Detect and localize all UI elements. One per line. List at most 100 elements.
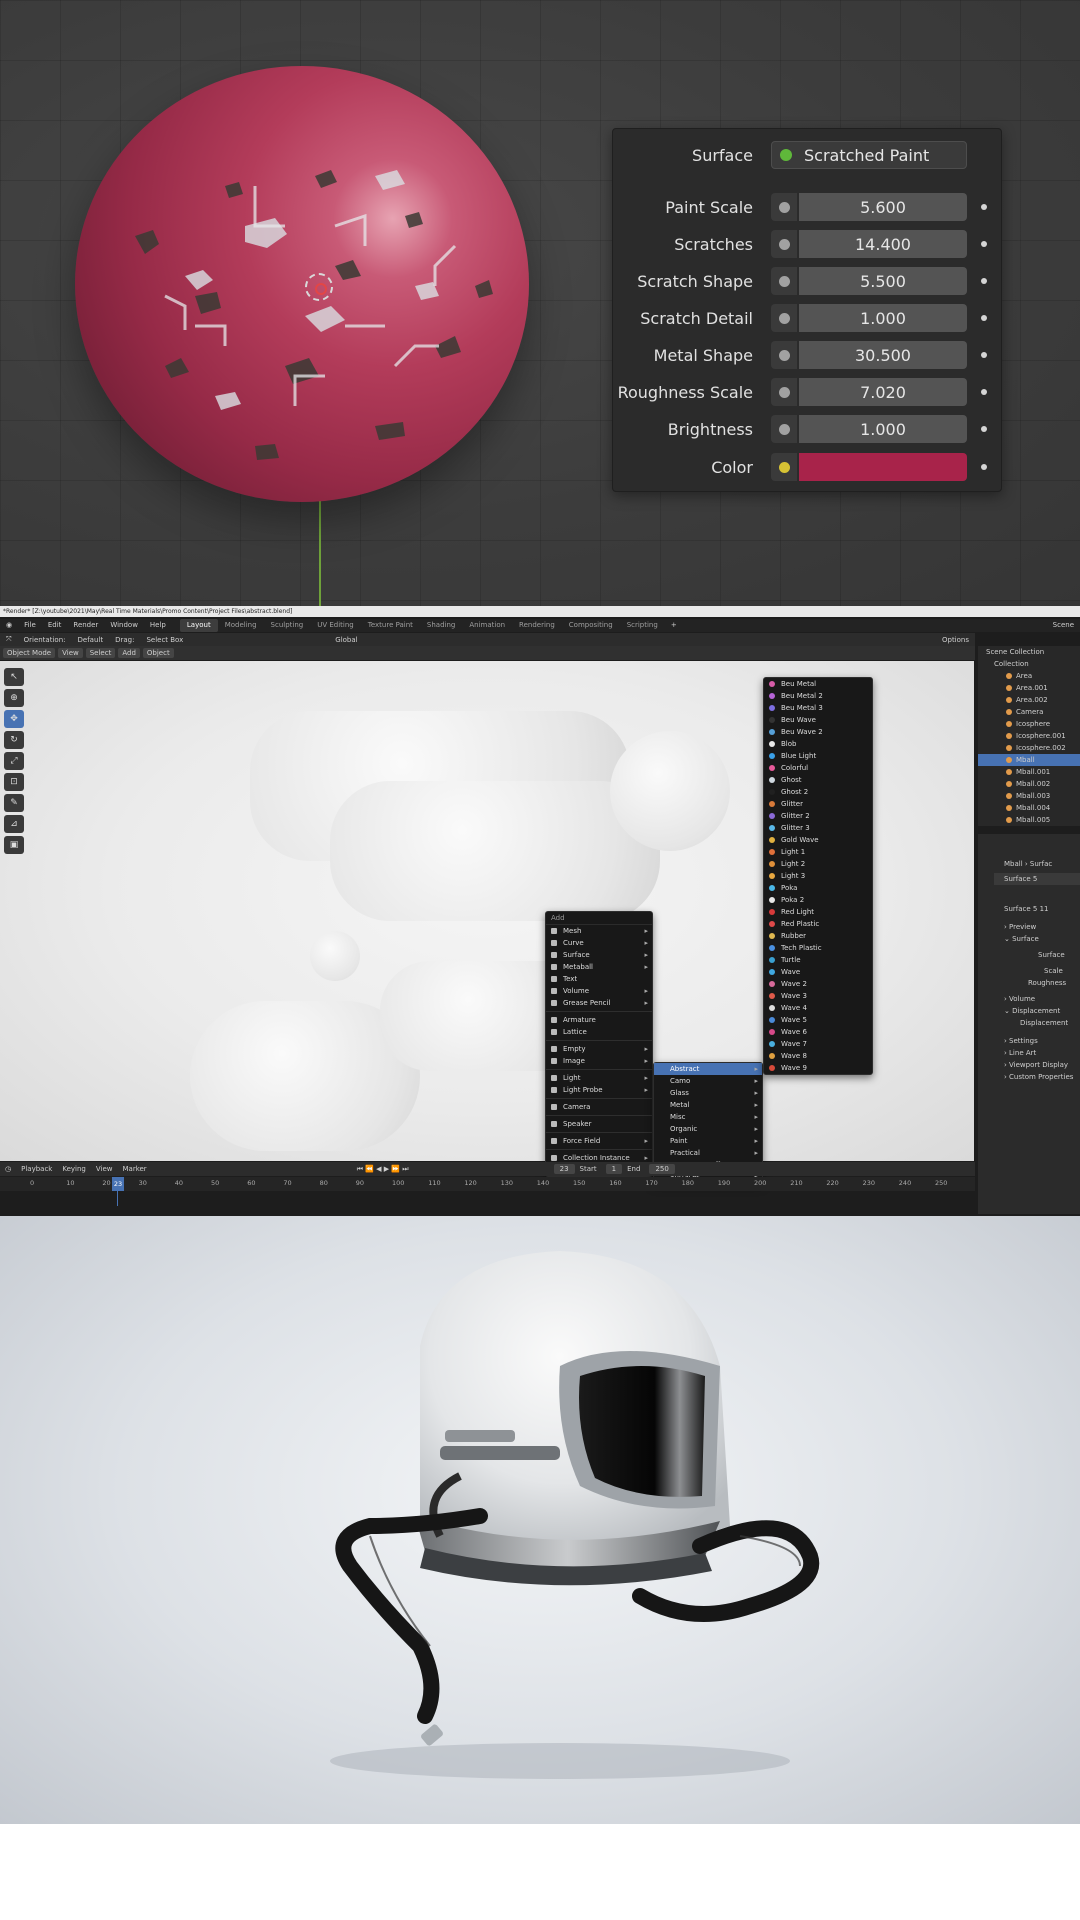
param-value-field[interactable]: 1.000 xyxy=(799,415,967,443)
param-socket[interactable] xyxy=(771,230,797,258)
editor-type-icon[interactable]: ◷ xyxy=(0,1165,16,1173)
surface-shader-field[interactable]: Scratched Paint xyxy=(771,141,967,169)
outliner-item[interactable]: Area xyxy=(978,670,1080,682)
param-socket[interactable] xyxy=(771,267,797,295)
abstract-material-item[interactable]: Wave xyxy=(764,966,872,978)
tab-rendering[interactable]: Rendering xyxy=(512,619,562,632)
orientation-dropdown[interactable]: Default xyxy=(72,636,110,644)
displacement-section[interactable]: ⌄ Displacement xyxy=(994,1005,1080,1017)
abstract-material-item[interactable]: Rubber xyxy=(764,930,872,942)
add-menu-item[interactable]: Surface ▸ xyxy=(546,949,652,961)
rotate-tool-icon[interactable]: ↻ xyxy=(4,731,24,749)
param-value-field[interactable]: 5.500 xyxy=(799,267,967,295)
abstract-material-item[interactable]: Wave 3 xyxy=(764,990,872,1002)
abstract-material-item[interactable]: Poka xyxy=(764,882,872,894)
abstract-material-item[interactable]: Wave 6 xyxy=(764,1026,872,1038)
current-frame-field[interactable]: 23 xyxy=(553,1164,575,1174)
abstract-material-item[interactable]: Light 3 xyxy=(764,870,872,882)
abstract-material-item[interactable]: Blue Light xyxy=(764,750,872,762)
abstract-material-item[interactable]: Glitter xyxy=(764,798,872,810)
outliner-item[interactable]: Icosphere.001 xyxy=(978,730,1080,742)
param-socket[interactable] xyxy=(771,304,797,332)
keyframe-dot-icon[interactable] xyxy=(981,315,987,321)
material-selector[interactable]: Surface 5 11 xyxy=(994,903,1080,915)
param-value-field[interactable]: 30.500 xyxy=(799,341,967,369)
param-socket[interactable] xyxy=(771,193,797,221)
mode-dropdown[interactable]: Object Mode xyxy=(3,648,56,658)
add-menu-item[interactable]: Metaball ▸ xyxy=(546,961,652,973)
material-category-item[interactable]: Misc ▸ xyxy=(654,1111,762,1123)
keyframe-dot-icon[interactable] xyxy=(981,426,987,432)
material-category-item[interactable]: Practical ▸ xyxy=(654,1147,762,1159)
abstract-material-item[interactable]: Red Light xyxy=(764,906,872,918)
settings-section[interactable]: › Settings xyxy=(994,1035,1080,1047)
outliner-item[interactable]: Mball xyxy=(978,754,1080,766)
annotate-tool-icon[interactable]: ✎ xyxy=(4,794,24,812)
add-cube-tool-icon[interactable]: ▣ xyxy=(4,836,24,854)
add-workspace-icon[interactable]: + xyxy=(665,619,683,632)
abstract-material-item[interactable]: Wave 5 xyxy=(764,1014,872,1026)
view-menu[interactable]: View xyxy=(58,648,83,658)
keying-menu[interactable]: Keying xyxy=(57,1165,91,1173)
outliner-item[interactable]: Mball.001 xyxy=(978,766,1080,778)
keyframe-dot-icon[interactable] xyxy=(981,204,987,210)
tool-icon[interactable]: ⤧ xyxy=(0,635,18,644)
tab-scripting[interactable]: Scripting xyxy=(620,619,665,632)
abstract-material-item[interactable]: Wave 2 xyxy=(764,978,872,990)
add-menu-item[interactable]: Light ▸ xyxy=(546,1072,652,1084)
add-menu-item[interactable]: Camera xyxy=(546,1101,652,1113)
keyframe-dot-icon[interactable] xyxy=(981,241,987,247)
param-socket[interactable] xyxy=(771,415,797,443)
outliner-item[interactable]: Mball.002 xyxy=(978,778,1080,790)
menu-edit[interactable]: Edit xyxy=(42,619,68,632)
add-menu-item[interactable]: Light Probe ▸ xyxy=(546,1084,652,1096)
tab-modeling[interactable]: Modeling xyxy=(218,619,264,632)
add-menu-item[interactable]: Text xyxy=(546,973,652,985)
playback-controls[interactable]: ⏮ ⏪ ◀ ▶ ⏩ ⏭ xyxy=(352,1165,414,1174)
add-menu-item[interactable]: Mesh ▸ xyxy=(546,925,652,937)
keyframe-dot-icon[interactable] xyxy=(981,389,987,395)
outliner-item[interactable]: Area.002 xyxy=(978,694,1080,706)
transform-orientation-dropdown[interactable]: Global xyxy=(329,636,363,644)
abstract-material-item[interactable]: Glitter 2 xyxy=(764,810,872,822)
param-socket[interactable] xyxy=(771,341,797,369)
blender-logo-icon[interactable]: ◉ xyxy=(0,619,18,632)
material-category-item[interactable]: Paint ▸ xyxy=(654,1135,762,1147)
param-value-field[interactable]: 14.400 xyxy=(799,230,967,258)
abstract-material-item[interactable]: Ghost xyxy=(764,774,872,786)
abstract-material-item[interactable]: Wave 9 xyxy=(764,1062,872,1074)
menu-file[interactable]: File xyxy=(18,619,42,632)
tab-animation[interactable]: Animation xyxy=(462,619,512,632)
transform-tool-icon[interactable]: ⊡ xyxy=(4,773,24,791)
material-category-item[interactable]: Glass ▸ xyxy=(654,1087,762,1099)
color-swatch[interactable] xyxy=(799,453,967,481)
view-menu[interactable]: View xyxy=(91,1165,118,1173)
add-menu-item[interactable]: Curve ▸ xyxy=(546,937,652,949)
material-category-item[interactable]: Organic ▸ xyxy=(654,1123,762,1135)
add-menu-item[interactable]: Grease Pencil ▸ xyxy=(546,997,652,1009)
move-tool-icon[interactable]: ✥ xyxy=(4,710,24,728)
material-category-item[interactable]: Camo ▸ xyxy=(654,1075,762,1087)
tab-compositing[interactable]: Compositing xyxy=(562,619,620,632)
outliner-item[interactable]: Camera xyxy=(978,706,1080,718)
3d-cursor-icon[interactable] xyxy=(305,273,333,301)
add-menu-item[interactable]: Force Field ▸ xyxy=(546,1135,652,1147)
options-dropdown[interactable]: Options xyxy=(936,636,975,644)
tab-texture-paint[interactable]: Texture Paint xyxy=(361,619,420,632)
frame-ruler[interactable]: 250 240 230 220 210 200 190 180 170 160 150 140 130 1… xyxy=(0,1177,975,1191)
outliner-item[interactable]: Area.001 xyxy=(978,682,1080,694)
abstract-material-item[interactable]: Wave 7 xyxy=(764,1038,872,1050)
abstract-material-item[interactable]: Beu Wave xyxy=(764,714,872,726)
tab-shading[interactable]: Shading xyxy=(420,619,462,632)
tab-layout[interactable]: Layout xyxy=(179,619,218,632)
material-slot[interactable]: Surface 5 xyxy=(994,873,1080,885)
menu-help[interactable]: Help xyxy=(144,619,172,632)
outliner-collection[interactable]: Collection xyxy=(978,658,1080,670)
scale-tool-icon[interactable]: ⤢ xyxy=(4,752,24,770)
menu-window[interactable]: Window xyxy=(104,619,144,632)
start-frame-field[interactable]: 1 xyxy=(605,1164,623,1174)
outliner-item[interactable]: Mball.003 xyxy=(978,790,1080,802)
outliner-item[interactable]: Icosphere.002 xyxy=(978,742,1080,754)
abstract-material-item[interactable]: Gold Wave xyxy=(764,834,872,846)
material-category-item[interactable]: Abstract ▸ xyxy=(654,1063,762,1075)
